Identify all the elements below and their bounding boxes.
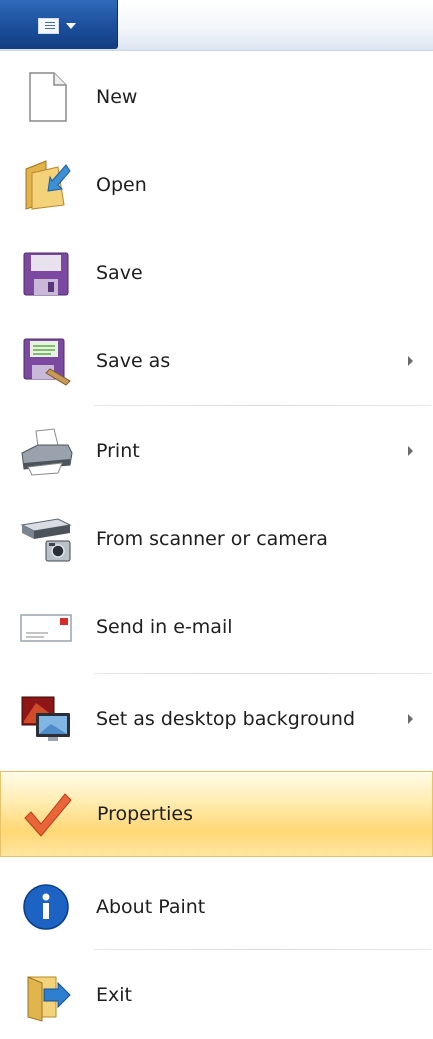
menu-item-label: Print <box>96 440 140 462</box>
menu-item-label: Exit <box>96 984 132 1006</box>
submenu-arrow-icon <box>408 714 413 724</box>
menu-item-label: From scanner or camera <box>96 528 328 550</box>
menu-item-label: Open <box>96 174 147 196</box>
application-menu: New Open Save Save as Print From scanner… <box>0 50 433 1032</box>
menu-item-from-scanner-or-camera[interactable]: From scanner or camera <box>0 495 433 583</box>
info-icon <box>23 884 69 930</box>
scanner-camera-icon <box>20 518 72 562</box>
checkmark-icon <box>24 793 72 837</box>
menu-item-save-as[interactable]: Save as <box>0 317 433 405</box>
desktop-background-icon <box>21 696 70 741</box>
printer-icon <box>21 428 73 476</box>
document-menu-icon <box>38 18 59 34</box>
menu-item-label: Save <box>96 262 143 284</box>
menu-separator <box>94 949 431 950</box>
menu-item-label: Set as desktop background <box>96 708 356 730</box>
menu-item-new[interactable]: New <box>0 53 433 141</box>
menu-item-set-as-desktop-background[interactable]: Set as desktop background <box>0 675 433 763</box>
submenu-arrow-icon <box>408 356 413 366</box>
menu-item-label: Save as <box>96 350 171 372</box>
menu-item-about-paint[interactable]: About Paint <box>0 863 433 951</box>
blank-document-icon <box>29 72 67 122</box>
menu-item-exit[interactable]: Exit <box>0 951 433 1039</box>
paint-menu-button[interactable] <box>0 0 118 49</box>
chevron-down-icon <box>66 23 76 29</box>
menu-item-label: Properties <box>97 803 194 825</box>
floppy-disk-icon <box>23 252 69 296</box>
menu-item-print[interactable]: Print <box>0 407 433 495</box>
menu-item-label: About Paint <box>96 896 206 918</box>
menu-item-send-in-email[interactable]: Send in e-mail <box>0 583 433 671</box>
menu-separator <box>94 405 431 406</box>
menu-item-save[interactable]: Save <box>0 229 433 317</box>
email-envelope-icon <box>20 614 72 642</box>
menu-item-open[interactable]: Open <box>0 141 433 229</box>
submenu-arrow-icon <box>408 446 413 456</box>
ribbon-top-bar <box>0 0 433 51</box>
menu-item-properties[interactable]: Properties <box>0 771 433 857</box>
exit-icon <box>27 976 71 1022</box>
menu-separator <box>94 673 431 674</box>
save-as-icon <box>23 338 71 386</box>
menu-item-label: New <box>96 86 138 108</box>
open-folder-icon <box>25 160 71 210</box>
menu-item-label: Send in e-mail <box>96 616 233 638</box>
